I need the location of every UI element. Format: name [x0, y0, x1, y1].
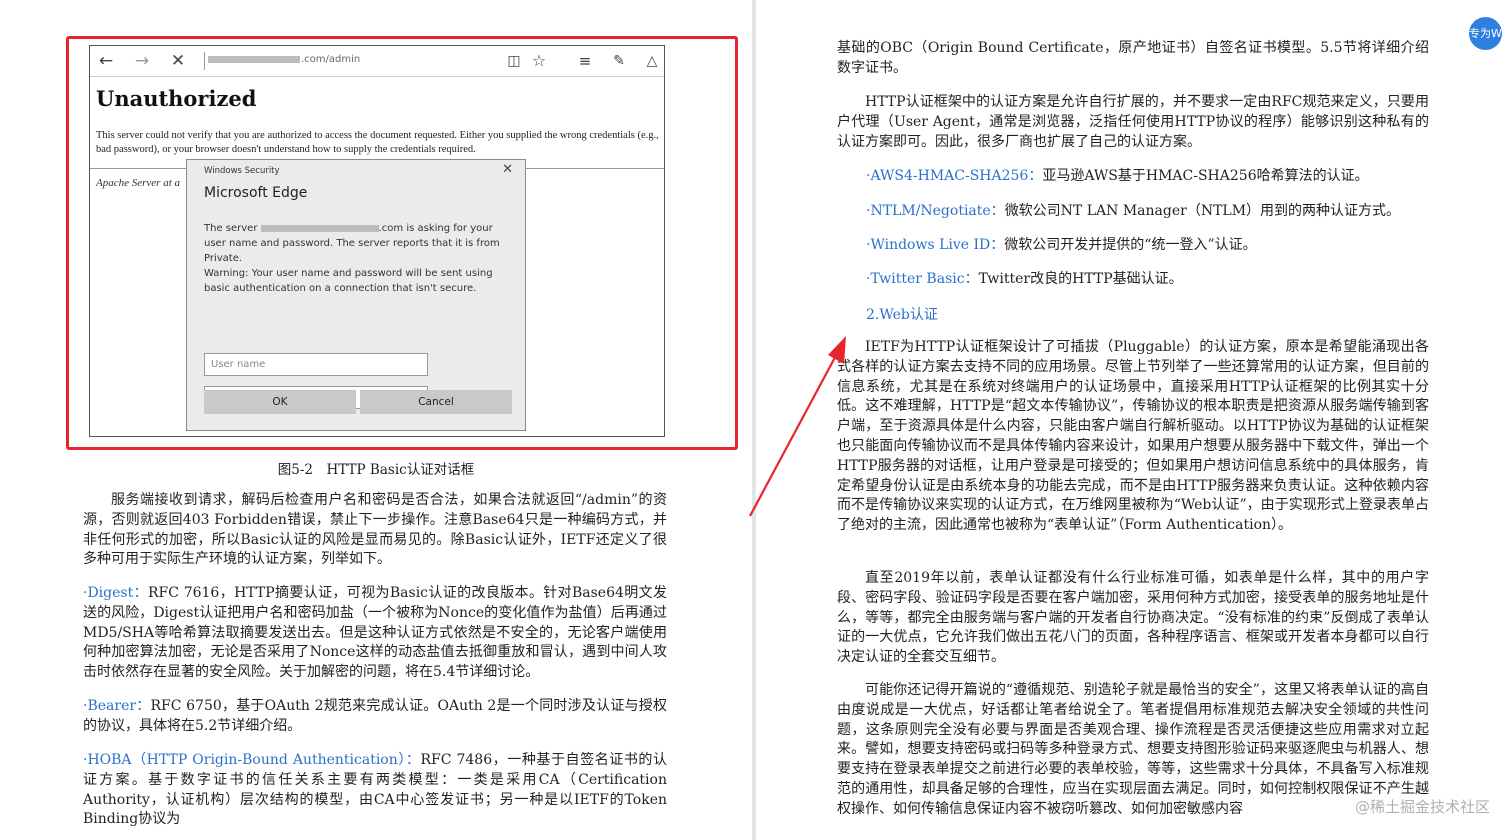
dialog-window-title: Windows Security: [204, 166, 280, 176]
dialog-warning: Warning: Your user name and password wil…: [204, 268, 493, 294]
scheme-text: 微软公司NT LAN Manager（NTLM）用到的两种认证方式。: [1004, 203, 1401, 219]
digest-item: ·Digest：RFC 7616，HTTP摘要认证，可视为Basic认证的改良版…: [83, 584, 667, 683]
right-paragraph-4: 可能你还记得开篇说的“遵循规范、别造轮子就是最恰当的安全”，这里又将表单认证的高…: [837, 682, 1429, 817]
scheme-term: ·AWS4-HMAC-SHA256：: [866, 168, 1043, 184]
auth-dialog: Windows Security ✕ Microsoft Edge The se…: [186, 159, 526, 431]
scheme-item-live-id: ·Windows Live ID：微软公司开发并提供的“统一登入”认证。: [866, 235, 1257, 255]
right-paragraph-1: HTTP认证框架中的认证方案是允许自行扩展的，并不要求一定由RFC规范来定义，只…: [837, 94, 1429, 150]
reading-view-icon[interactable]: ◫: [503, 50, 525, 72]
dialog-message: The server .com is asking for your user …: [204, 221, 516, 266]
address-text: .com/admin: [301, 54, 361, 65]
scheme-item-twitter: ·Twitter Basic：Twitter改良的HTTP基础认证。: [866, 269, 1183, 289]
unauthorized-message: This server could not verify that you ar…: [96, 130, 659, 155]
scheme-text: Twitter改良的HTTP基础认证。: [978, 271, 1183, 287]
stop-loading-icon[interactable]: ✕: [167, 50, 189, 72]
translate-badge[interactable]: 专为W: [1469, 17, 1502, 50]
section-heading-web-auth: 2.Web认证: [866, 307, 938, 323]
ok-button[interactable]: OK: [204, 390, 356, 414]
dialog-message-prefix: The server: [204, 223, 258, 234]
dialog-title: Microsoft Edge: [204, 185, 308, 201]
browser-toolbar: ← → ✕ .com/admin ◫ ☆ ≡ ✎ △: [90, 46, 664, 77]
hoba-term: ·HOBA（HTTP Origin-Bound Authentication）：: [83, 752, 421, 768]
right-paragraph-3: 直至2019年以前，表单认证都没有什么行业标准可循，如表单是什么样，其中的用户字…: [837, 570, 1429, 666]
browser-screenshot: ← → ✕ .com/admin ◫ ☆ ≡ ✎ △ Unauthorized …: [89, 45, 665, 437]
address-separator: [204, 52, 205, 70]
web-note-icon[interactable]: ✎: [608, 50, 630, 72]
redacted-server: [260, 224, 379, 232]
apache-signature: Apache Server at a: [96, 177, 180, 189]
favorite-star-icon[interactable]: ☆: [528, 50, 550, 72]
username-field[interactable]: [204, 353, 428, 376]
right-paragraph-2: IETF为HTTP认证框架设计了可插拔（Pluggable）的认证方案，原本是希…: [837, 339, 1429, 534]
address-bar[interactable]: .com/admin: [208, 54, 360, 65]
scheme-text: 微软公司开发并提供的“统一登入”认证。: [1004, 237, 1257, 253]
digest-term: ·Digest：: [83, 585, 148, 601]
cancel-button[interactable]: Cancel: [360, 390, 512, 414]
share-icon[interactable]: △: [641, 50, 663, 72]
redacted-domain: [208, 55, 300, 63]
scheme-text: 亚马逊AWS基于HMAC-SHA256哈希算法的认证。: [1042, 168, 1369, 184]
hub-icon[interactable]: ≡: [574, 50, 596, 72]
scheme-term: ·Twitter Basic：: [866, 271, 979, 287]
scheme-item-aws: ·AWS4-HMAC-SHA256：亚马逊AWS基于HMAC-SHA256哈希算…: [866, 166, 1369, 186]
bearer-item: ·Bearer：RFC 6750，基于OAuth 2规范来完成认证。OAuth …: [83, 697, 667, 737]
forward-arrow-icon[interactable]: →: [131, 50, 153, 72]
bearer-term: ·Bearer：: [83, 698, 151, 714]
hoba-item: ·HOBA（HTTP Origin-Bound Authentication）：…: [83, 751, 667, 830]
back-arrow-icon[interactable]: ←: [95, 50, 117, 72]
watermark: @稀土掘金技术社区: [1354, 798, 1490, 816]
unauthorized-heading: Unauthorized: [96, 86, 257, 111]
scheme-item-ntlm: ·NTLM/Negotiate：微软公司NT LAN Manager（NTLM）…: [866, 201, 1400, 221]
left-paragraph-1: 服务端接收到请求，解码后检查用户名和密码是否合法，如果合法就返回“/admin”…: [83, 492, 667, 568]
right-paragraph-0: 基础的OBC（Origin Bound Certificate，原产地证书）自签…: [837, 40, 1429, 76]
scheme-term: ·NTLM/Negotiate：: [866, 203, 1005, 219]
bearer-text: RFC 6750，基于OAuth 2规范来完成认证。OAuth 2是一个同时涉及…: [83, 698, 667, 734]
digest-text: RFC 7616，HTTP摘要认证，可视为Basic认证的改良版本。针对Base…: [83, 585, 667, 681]
figure-caption: 图5-2 HTTP Basic认证对话框: [277, 462, 475, 478]
scheme-term: ·Windows Live ID：: [866, 237, 1005, 253]
close-icon[interactable]: ✕: [502, 162, 513, 177]
